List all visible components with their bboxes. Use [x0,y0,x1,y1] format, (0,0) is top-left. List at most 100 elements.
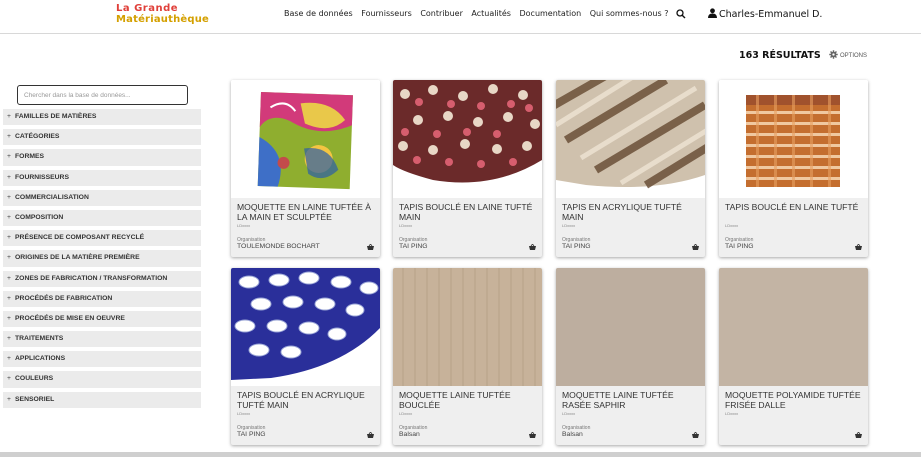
user-name: Charles-Emmanuel D. [719,9,823,20]
product-title[interactable]: MOQUETTE EN LAINE TUFTÉE À LA MAIN ET SC… [237,202,377,222]
logo-line-2: Matériauthèque [116,14,210,25]
product-image[interactable] [393,268,542,386]
top-header: La Grande Matériauthèque Base de données… [0,0,921,34]
product-title[interactable]: MOQUETTE LAINE TUFTÉE BOUCLÉE [399,390,539,410]
search-icon[interactable] [676,9,686,19]
expand-icon: + [7,213,11,221]
gear-icon [829,50,838,59]
expand-icon: + [7,113,11,120]
product-card[interactable]: TAPIS BOUCLÉ EN LAINE TUFTÉ MAIN LDxxxx … [393,80,542,257]
basket-icon[interactable] [367,432,374,438]
product-image[interactable] [556,268,705,386]
basket-icon[interactable] [855,244,862,250]
filter-label: SENSORIEL [15,395,55,403]
organisation-name: Balsan [562,431,583,438]
basket-icon[interactable] [855,432,862,438]
product-image[interactable] [719,80,868,198]
filter-applications[interactable]: + APPLICATIONS [3,351,201,368]
product-card[interactable]: MOQUETTE POLYAMIDE TUFTÉE FRISÉE DALLE L… [719,268,868,445]
basket-icon[interactable] [692,244,699,250]
filter-label: PRÉSENCE DE COMPOSANT RECYCLÉ [15,234,145,242]
filter-label: CATÉGORIES [15,133,60,141]
product-card[interactable]: MOQUETTE LAINE TUFTÉE RASÉE SAPHIR LDxxx… [556,268,705,445]
product-image[interactable] [393,80,542,198]
filter-categories[interactable]: + CATÉGORIES [3,129,201,146]
nav-item-database[interactable]: Base de données [284,9,353,18]
user-menu[interactable]: Charles-Emmanuel D. [708,8,822,20]
product-image[interactable] [556,80,705,198]
basket-icon[interactable] [529,432,536,438]
basket-icon[interactable] [529,244,536,250]
expand-icon: + [7,153,11,161]
basket-icon[interactable] [692,432,699,438]
filter-recycled-component[interactable]: + PRÉSENCE DE COMPOSANT RECYCLÉ [3,230,201,247]
product-card[interactable]: TAPIS BOUCLÉ EN ACRYLIQUE TUFTÉ MAIN LDx… [231,268,380,445]
expand-icon: + [7,193,11,201]
filter-raw-material-origin[interactable]: + ORIGINES DE LA MATIÈRE PREMIÈRE [3,250,201,267]
basket-icon[interactable] [367,244,374,250]
product-ref: LDxxxx [725,223,739,228]
site-logo[interactable]: La Grande Matériauthèque [116,3,210,29]
product-image[interactable] [231,268,380,386]
expand-icon: + [7,355,11,363]
product-ref: LDxxxx [237,223,251,228]
nav-item-contribute[interactable]: Contribuer [420,9,463,18]
nav-item-about[interactable]: Qui sommes-nous ? [590,9,669,18]
organisation-name: Balsan [399,431,420,438]
product-ref: LDxxxx [399,411,413,416]
page-bottom-bar [0,452,921,457]
filter-installation-processes[interactable]: + PROCÉDÉS DE MISE EN OEUVRE [3,310,201,328]
organisation-name: TAI PING [725,243,754,250]
product-ref: LDxxxx [237,411,251,416]
product-card[interactable]: MOQUETTE EN LAINE TUFTÉE À LA MAIN ET SC… [231,80,380,257]
product-title[interactable]: TAPIS EN ACRYLIQUE TUFTÉ MAIN [562,202,702,222]
expand-icon: + [7,173,11,181]
filter-manufacturing-processes[interactable]: + PROCÉDÉS DE FABRICATION [3,290,201,307]
filter-manufacturing-zones[interactable]: + ZONES DE FABRICATION / TRANSFORMATION [3,270,201,287]
expand-icon: + [7,375,11,383]
results-count: 163 RÉSULTATS [739,50,821,61]
organisation-name: TOULEMONDE BOCHART [237,243,320,250]
product-card[interactable]: MOQUETTE LAINE TUFTÉE BOUCLÉE LDxxxx Org… [393,268,542,445]
options-button[interactable]: OPTIONS [829,50,867,59]
expand-icon: + [7,395,11,403]
filter-label: PROCÉDÉS DE MISE EN OEUVRE [15,314,125,322]
expand-icon: + [7,335,11,343]
nav-item-news[interactable]: Actualités [471,9,511,18]
product-card[interactable]: TAPIS BOUCLÉ EN LAINE TUFTÉ LDxxxx Organ… [719,80,868,257]
product-title[interactable]: TAPIS BOUCLÉ EN LAINE TUFTÉ [725,202,865,212]
filter-label: FOURNISSEURS [15,173,70,181]
filter-label: COMMERCIALISATION [15,193,89,201]
filter-commercialisation[interactable]: + COMMERCIALISATION [3,189,201,206]
nav-item-documentation[interactable]: Documentation [519,9,581,18]
product-title[interactable]: TAPIS BOUCLÉ EN ACRYLIQUE TUFTÉ MAIN [237,390,377,410]
filter-composition[interactable]: + COMPOSITION [3,209,201,227]
product-ref: LDxxxx [725,411,739,416]
user-icon [708,8,717,18]
nav-item-suppliers[interactable]: Fournisseurs [361,9,412,18]
product-title[interactable]: TAPIS BOUCLÉ EN LAINE TUFTÉ MAIN [399,202,539,222]
options-label: OPTIONS [840,53,868,59]
product-ref: LDxxxx [562,411,576,416]
product-title[interactable]: MOQUETTE POLYAMIDE TUFTÉE FRISÉE DALLE [725,390,865,410]
organisation-name: TAI PING [562,243,591,250]
expand-icon: + [7,234,11,242]
filter-treatments[interactable]: + TRAITEMENTS [3,331,201,348]
filter-forms[interactable]: + FORMES [3,149,201,166]
expand-icon: + [7,294,11,302]
product-image[interactable] [231,80,380,198]
filter-label: APPLICATIONS [15,355,66,363]
product-ref: LDxxxx [399,223,413,228]
main-nav: Base de données Fournisseurs Contribuer … [284,9,674,18]
product-image[interactable] [719,268,868,386]
product-card[interactable]: TAPIS EN ACRYLIQUE TUFTÉ MAIN LDxxxx Org… [556,80,705,257]
database-search-input[interactable] [17,85,188,105]
filter-label: FORMES [15,153,45,161]
filter-label: ORIGINES DE LA MATIÈRE PREMIÈRE [15,254,140,262]
filter-sensorial[interactable]: + SENSORIEL [3,391,201,408]
filter-families[interactable]: + FAMILLES DE MATIÈRES [3,109,201,126]
filter-colors[interactable]: + COULEURS [3,371,201,388]
expand-icon: + [7,254,11,262]
filter-suppliers[interactable]: + FOURNISSEURS [3,169,201,186]
product-title[interactable]: MOQUETTE LAINE TUFTÉE RASÉE SAPHIR [562,390,702,410]
